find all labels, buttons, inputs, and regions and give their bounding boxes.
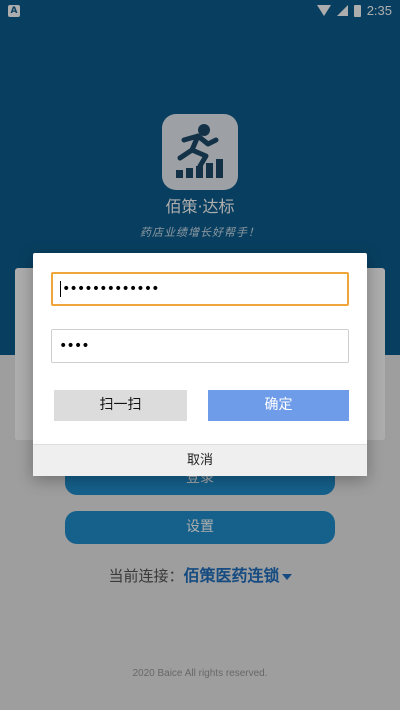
- server-address-value: •••••••••••••: [62, 281, 160, 297]
- cancel-button[interactable]: 取消: [33, 444, 367, 476]
- text-cursor: [60, 281, 61, 297]
- server-address-input[interactable]: •••••••••••••: [51, 272, 349, 306]
- port-value: ••••: [59, 338, 90, 354]
- scan-button[interactable]: 扫一扫: [54, 390, 187, 421]
- confirm-button[interactable]: 确定: [208, 390, 349, 421]
- server-config-dialog: ••••••••••••• •••• 扫一扫 确定 取消: [33, 253, 367, 476]
- port-input[interactable]: ••••: [51, 329, 349, 363]
